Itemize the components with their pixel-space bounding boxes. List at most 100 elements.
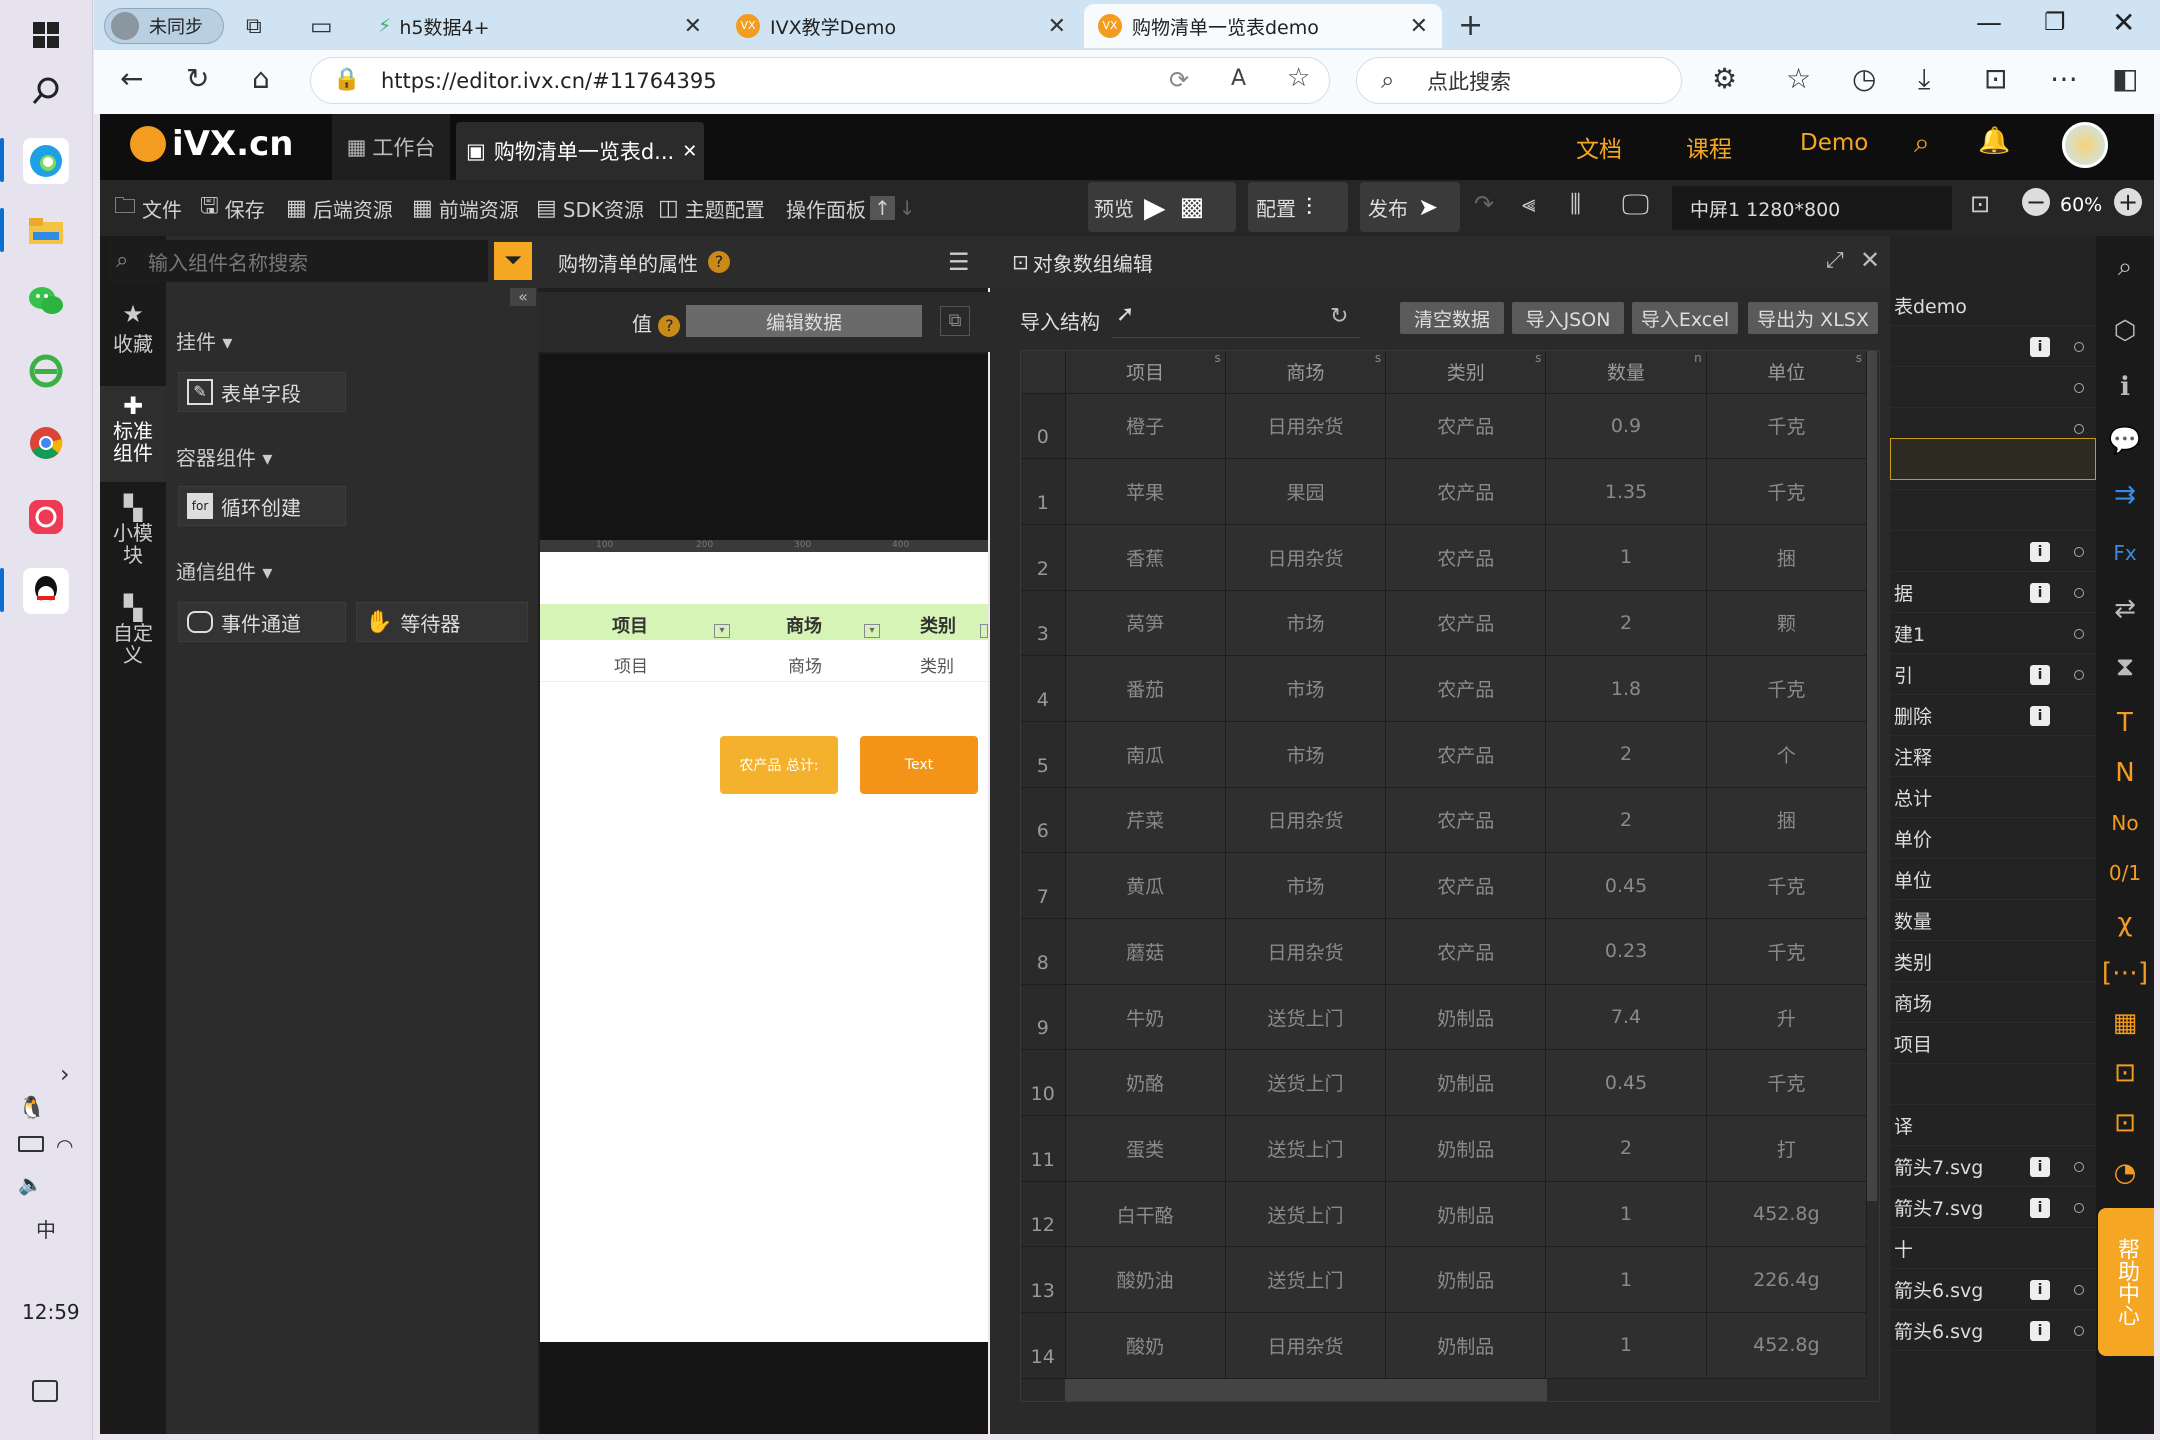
variable-type-icon[interactable]: χ [2108,906,2142,940]
preview-button[interactable]: 预览 ▶ ▩ [1088,182,1236,232]
link-demo[interactable]: Demo [1800,130,1868,156]
restore-icon[interactable]: ❐ [2044,8,2066,36]
tree-row-selected[interactable] [1890,438,2096,480]
grid-column-header[interactable]: 数量 n [1545,351,1707,394]
table-cell[interactable]: 番茄 [1065,655,1226,722]
component-waiter[interactable]: ✋ 等待器 [356,602,528,642]
table-cell[interactable]: 日用杂货 [1225,393,1387,460]
table-row[interactable]: 9 牛奶 送货上门 奶制品 7.4 升 [1021,984,1868,1051]
battery-icon[interactable] [18,1136,44,1152]
table-cell[interactable]: 打 [1706,1115,1868,1182]
profile-button[interactable]: 未同步 [104,8,224,44]
tab-ivx-demo[interactable]: VX IVX教学Demo ✕ [722,4,1080,48]
ops-panel-button[interactable]: 操作面板 ↑ ↓ [786,180,916,236]
tree-row[interactable] [1890,1065,2096,1105]
menu-icon[interactable]: ☰ [948,248,970,276]
tab-document[interactable]: ▣ 购物清单一览表d... ✕ [456,122,704,180]
tree-row[interactable]: i [1890,327,2096,367]
info-icon[interactable]: i [2030,1197,2050,1218]
canvas-header-category[interactable]: 类别 [920,612,956,638]
redo-icon[interactable]: ↷ [1474,190,1494,218]
export-xlsx-button[interactable]: 导出为 XLSX [1748,302,1878,334]
close-tab-icon[interactable]: ✕ [684,14,702,39]
notification-icon[interactable] [32,1380,58,1402]
tree-row[interactable]: 建1 [1890,614,2096,654]
table-row[interactable]: 4 番茄 市场 农产品 1.8 千克 [1021,655,1868,722]
nav-custom[interactable]: ▚ 自定义 [100,590,166,686]
table-cell[interactable]: 农产品 [1385,393,1547,460]
table-cell[interactable]: 千克 [1706,393,1868,460]
tree-row[interactable]: 数量 [1890,901,2096,941]
chevron-right-icon[interactable]: › [60,1060,70,1088]
table-cell[interactable]: 0.45 [1545,1049,1707,1117]
table-cell[interactable]: 酸奶 [1065,1312,1226,1379]
table-cell[interactable]: 农产品 [1385,918,1547,985]
distribute-icon[interactable]: ⫼ [1570,190,1581,218]
tree-row[interactable]: 商场 [1890,983,2096,1023]
extensions-icon[interactable]: ⚙ [1712,62,1737,95]
table-row[interactable]: 5 南瓜 市场 农产品 2 个 [1021,721,1868,788]
table-cell[interactable]: 市场 [1225,852,1387,919]
tree-row[interactable]: 十 [1890,1229,2096,1269]
table-cell[interactable]: 送货上门 [1225,1246,1387,1314]
table-cell[interactable]: 千克 [1706,1049,1868,1117]
data-grid[interactable]: 项目 s 商场 s 类别 s 数量 n 单位 s 0 橙子 日用杂货 农产品 0.9 千克 1 苹果 果园 农产品 1… [1021,351,1868,1379]
qrcode-icon[interactable]: ▩ [1180,192,1205,222]
info-icon[interactable]: i [2030,705,2050,726]
info-icon[interactable]: i [2030,336,2050,357]
table-row[interactable]: 13 酸奶油 送货上门 奶制品 1 226.4g [1021,1246,1868,1314]
group-title-containers[interactable]: 容器组件 ▾ [176,442,272,471]
new-tab-icon[interactable]: + [1458,8,1483,43]
table-row[interactable]: 7 黄瓜 市场 农产品 0.45 千克 [1021,852,1868,919]
visibility-dot-icon[interactable] [2074,1325,2084,1336]
import-excel-button[interactable]: 导入Excel [1632,302,1738,334]
boolean-type-icon[interactable]: 0/1 [2108,856,2142,890]
clear-data-button[interactable]: 清空数据 [1400,302,1504,334]
cube-icon[interactable]: ⬡ [2108,314,2142,348]
table-cell[interactable]: 奶制品 [1385,1115,1547,1182]
tree-row[interactable]: 总计 [1890,778,2096,818]
info-icon[interactable]: i [2030,664,2050,685]
table-cell[interactable]: 1 [1545,1181,1707,1248]
table-cell[interactable]: 市场 [1225,590,1387,657]
home-icon[interactable]: ⌂ [252,62,270,95]
table-cell[interactable]: 蛋类 [1065,1115,1226,1182]
table-cell[interactable]: 奶制品 [1385,1312,1547,1379]
table-cell[interactable]: 日用杂货 [1225,1312,1387,1379]
history-icon[interactable]: ◷ [1852,62,1876,95]
table-cell[interactable]: 捆 [1706,787,1868,854]
table-cell[interactable]: 日用杂货 [1225,918,1387,985]
sidebar-icon[interactable]: ◧ [2112,62,2138,95]
table-cell[interactable]: 0.9 [1545,393,1707,460]
help-icon[interactable]: ? [658,315,681,337]
sdk-resources-button[interactable]: ▤ SDK资源 [536,180,644,236]
table-cell[interactable]: 黄瓜 [1065,852,1226,919]
table-cell[interactable]: 1.8 [1545,655,1707,722]
table-cell[interactable]: 千克 [1706,852,1868,919]
table-cell[interactable]: 农产品 [1385,655,1547,722]
close-tab-icon[interactable]: ✕ [1048,14,1066,39]
info-icon[interactable]: i [2030,541,2050,562]
favorites-icon[interactable]: ☆ [1786,62,1811,95]
backend-resources-button[interactable]: ▦ 后端资源 [286,180,393,236]
table-cell[interactable]: 农产品 [1385,524,1547,591]
download-icon[interactable]: ⤓ [1918,62,1930,96]
filter-icon[interactable]: ⏷ [494,242,532,280]
table-cell[interactable]: 千克 [1706,655,1868,722]
table-cell[interactable]: 市场 [1225,655,1387,722]
table-cell[interactable]: 农产品 [1385,787,1547,854]
nav-standard-components[interactable]: ✚ 标准组件 [100,386,166,482]
table-row[interactable]: 10 奶酪 送货上门 奶制品 0.45 千克 [1021,1049,1868,1117]
component-event-channel[interactable]: 事件通道 [178,602,346,642]
table-cell[interactable]: 2 [1545,787,1707,854]
tab-h5[interactable]: ⚡ h5数据4+ ✕ [364,4,716,48]
canvas-header-store[interactable]: 商场 [786,612,822,638]
tree-row[interactable]: 单位 [1890,860,2096,900]
ime-indicator[interactable]: 中 [36,1214,56,1243]
tab-workbench[interactable]: ▦ 工作台 [332,114,450,180]
link-docs[interactable]: 文档 [1576,130,1622,164]
help-icon[interactable]: ? [708,251,730,273]
tree-row[interactable]: 箭头7.svg i [1890,1188,2096,1228]
visibility-dot-icon[interactable] [2074,1202,2084,1213]
tree-row[interactable]: i [1890,532,2096,572]
